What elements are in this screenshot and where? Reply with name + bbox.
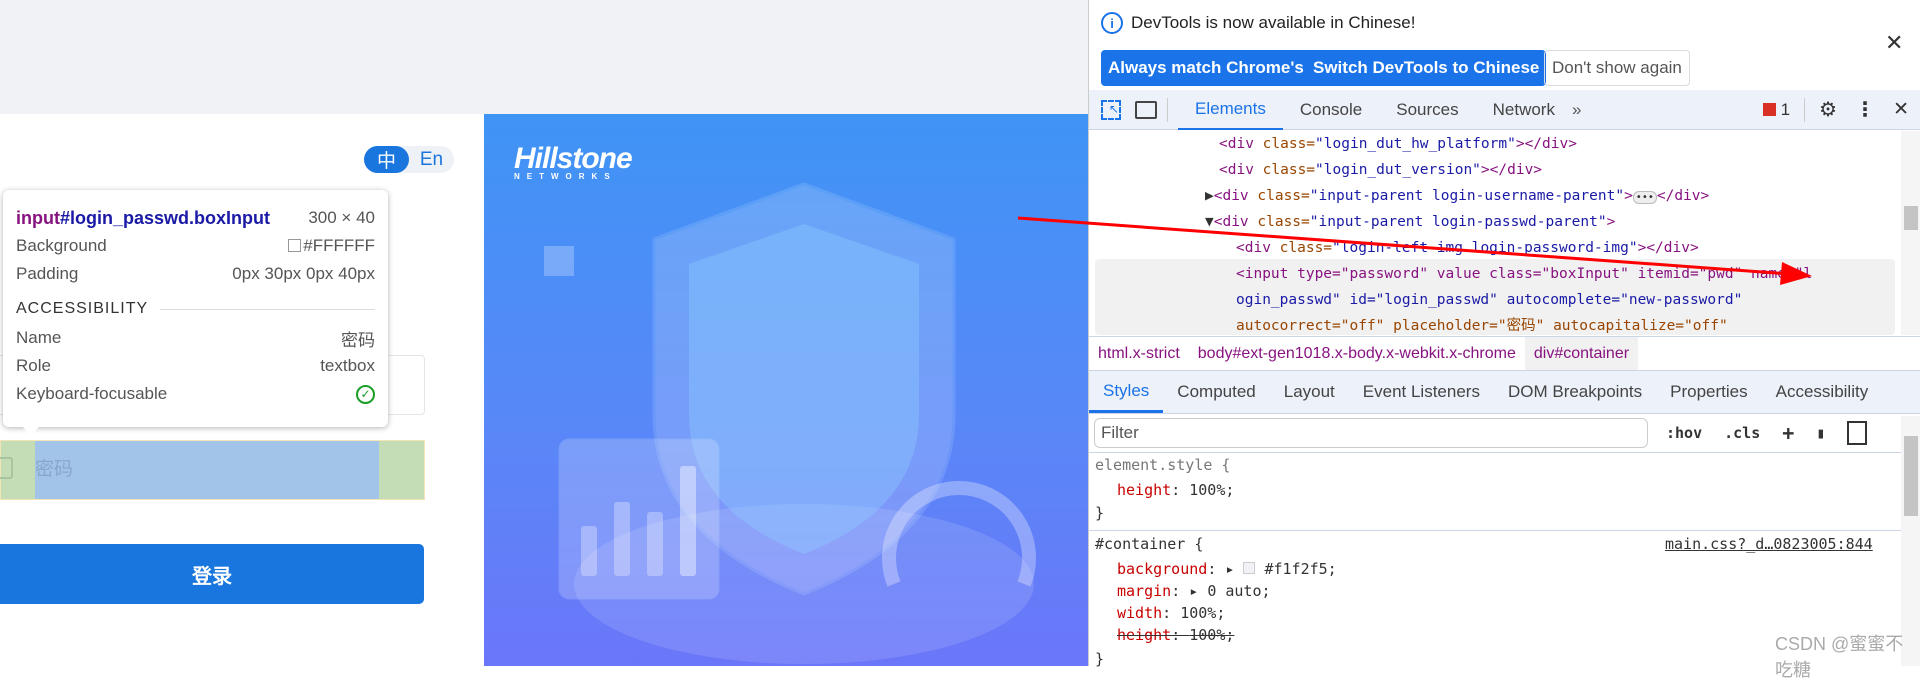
- tab-console[interactable]: Console: [1283, 90, 1379, 130]
- tab-styles[interactable]: Styles: [1089, 371, 1164, 413]
- crumb-html[interactable]: html.x-strict: [1089, 337, 1189, 371]
- more-tabs-icon[interactable]: »: [1572, 100, 1581, 120]
- padding-label: Padding: [16, 264, 79, 283]
- css-declaration[interactable]: width: 100%;: [1117, 604, 1225, 622]
- lang-zh[interactable]: 中: [364, 146, 409, 173]
- name-label: Name: [16, 328, 62, 347]
- source-link[interactable]: main.css?_d…0823005:844: [1665, 535, 1873, 553]
- accessibility-heading: ACCESSIBILITY: [16, 300, 149, 317]
- padding-value: 0px 30px 0px 40px: [232, 264, 375, 283]
- inspect-icon[interactable]: ↖: [1101, 99, 1121, 120]
- paint-icon[interactable]: ▮: [1816, 418, 1825, 448]
- tooltip-selector: input#login_passwd.boxInput: [16, 207, 270, 228]
- css-declaration[interactable]: height: 100%;: [1117, 481, 1234, 499]
- tab-elements[interactable]: Elements: [1178, 90, 1283, 130]
- background-value: #FFFFFF: [288, 236, 375, 256]
- language-toggle[interactable]: 中 En: [364, 146, 454, 173]
- expand-arrow-icon: ▶: [1205, 188, 1214, 204]
- tab-dom-breakpoints[interactable]: DOM Breakpoints: [1494, 371, 1656, 413]
- dom-node-selected-cont: ogin_passwd" id="login_passwd" autocompl…: [1236, 292, 1743, 308]
- styles-scrollbar[interactable]: [1901, 416, 1920, 666]
- error-icon: [1762, 103, 1776, 116]
- breadcrumb: html.x-strict body#ext-gen1018.x-body.x-…: [1089, 336, 1920, 371]
- styles-tabs: Styles Computed Layout Event Listeners D…: [1089, 370, 1920, 414]
- watermark: CSDN @蜜蜜不吃糖: [1775, 634, 1904, 680]
- tab-network[interactable]: Network: [1476, 90, 1572, 130]
- language-notice: i DevTools is now available in Chinese!: [1101, 12, 1415, 34]
- tab-sources[interactable]: Sources: [1379, 90, 1475, 130]
- crumb-body[interactable]: body#ext-gen1018.x-body.x-webkit.x-chrom…: [1189, 337, 1525, 371]
- dom-node[interactable]: ▶<div class="input-parent login-username…: [1205, 183, 1709, 209]
- close-icon[interactable]: ✕: [1885, 30, 1903, 56]
- rule-selector: #container {: [1095, 535, 1204, 553]
- css-declaration-overridden[interactable]: height: 100%;: [1117, 626, 1234, 644]
- hov-button[interactable]: :hov: [1666, 418, 1702, 448]
- device-toolbar-icon[interactable]: [1135, 100, 1157, 119]
- tab-layout[interactable]: Layout: [1270, 371, 1349, 413]
- devtools-tabs: ↖ Elements Console Sources Network » 1 ⚙…: [1089, 90, 1920, 130]
- lang-en[interactable]: En: [409, 146, 454, 173]
- sidebar-toggle-icon[interactable]: [1847, 421, 1868, 445]
- dom-node[interactable]: <div class="login_dut_hw_platform"></div…: [1219, 131, 1577, 157]
- devtools-panel: i DevTools is now available in Chinese! A…: [1088, 0, 1920, 668]
- password-input[interactable]: 密码: [0, 440, 425, 500]
- lock-icon: [0, 457, 13, 479]
- hero-illustration: Hillstone NETWORKS: [484, 114, 1088, 666]
- css-declaration[interactable]: margin: ▸ 0 auto;: [1117, 582, 1271, 600]
- password-placeholder: 密码: [35, 441, 379, 499]
- tooltip-pointer: [22, 426, 40, 436]
- focusable-label: Keyboard-focusable: [16, 384, 168, 403]
- close-devtools-icon[interactable]: ✕: [1893, 98, 1909, 121]
- dom-tree: <div class="login_dut_hw_platform"></div…: [1089, 131, 1901, 335]
- new-rule-icon[interactable]: +: [1782, 418, 1794, 448]
- dom-node-selected-cont: autocorrect="off" placeholder="密码" autoc…: [1236, 318, 1728, 334]
- tab-accessibility[interactable]: Accessibility: [1762, 371, 1883, 413]
- error-badge[interactable]: 1: [1762, 100, 1790, 120]
- ellipsis-icon: •••: [1632, 191, 1657, 204]
- collapse-arrow-icon: ▼: [1205, 214, 1214, 230]
- info-icon: i: [1101, 12, 1123, 34]
- login-button[interactable]: 登录: [0, 544, 424, 604]
- settings-icon[interactable]: ⚙: [1819, 97, 1837, 122]
- dom-scrollbar[interactable]: [1901, 131, 1920, 335]
- switch-chinese-button[interactable]: Switch DevTools to Chinese: [1306, 50, 1547, 86]
- cls-button[interactable]: .cls: [1724, 418, 1760, 448]
- more-options-icon[interactable]: ⋮: [1855, 97, 1875, 122]
- tab-computed[interactable]: Computed: [1163, 371, 1269, 413]
- dont-show-button[interactable]: Don't show again: [1544, 50, 1690, 86]
- role-label: Role: [16, 356, 51, 375]
- dom-node-selected[interactable]: <input type="password" value class="boxI…: [1236, 261, 1812, 287]
- styles-toolbar: :hov .cls + ▮: [1666, 418, 1868, 448]
- name-value: 密码: [341, 330, 375, 350]
- background-label: Background: [16, 236, 107, 255]
- rule-close: }: [1095, 504, 1105, 522]
- crumb-container[interactable]: div#container: [1524, 336, 1639, 371]
- css-declaration[interactable]: background: ▸ #f1f2f5;: [1117, 560, 1337, 578]
- check-icon: ✓: [356, 384, 375, 404]
- shield-illustration: [544, 182, 1036, 664]
- dom-node[interactable]: ▼<div class="input-parent login-passwd-p…: [1205, 209, 1615, 235]
- tab-properties[interactable]: Properties: [1656, 371, 1761, 413]
- rule-selector: element.style {: [1095, 456, 1231, 474]
- tooltip-size: 300 × 40: [308, 208, 375, 227]
- tab-event-listeners[interactable]: Event Listeners: [1349, 371, 1494, 413]
- rule-close: }: [1095, 650, 1105, 668]
- dom-node[interactable]: <div class="login-left-img login-passwor…: [1236, 235, 1699, 261]
- role-value: textbox: [320, 356, 375, 375]
- inspect-tooltip: input#login_passwd.boxInput 300 × 40 Back…: [3, 190, 388, 427]
- dom-node[interactable]: <div class="login_dut_version"></div>: [1219, 157, 1542, 183]
- styles-filter-input[interactable]: Filter: [1094, 418, 1648, 448]
